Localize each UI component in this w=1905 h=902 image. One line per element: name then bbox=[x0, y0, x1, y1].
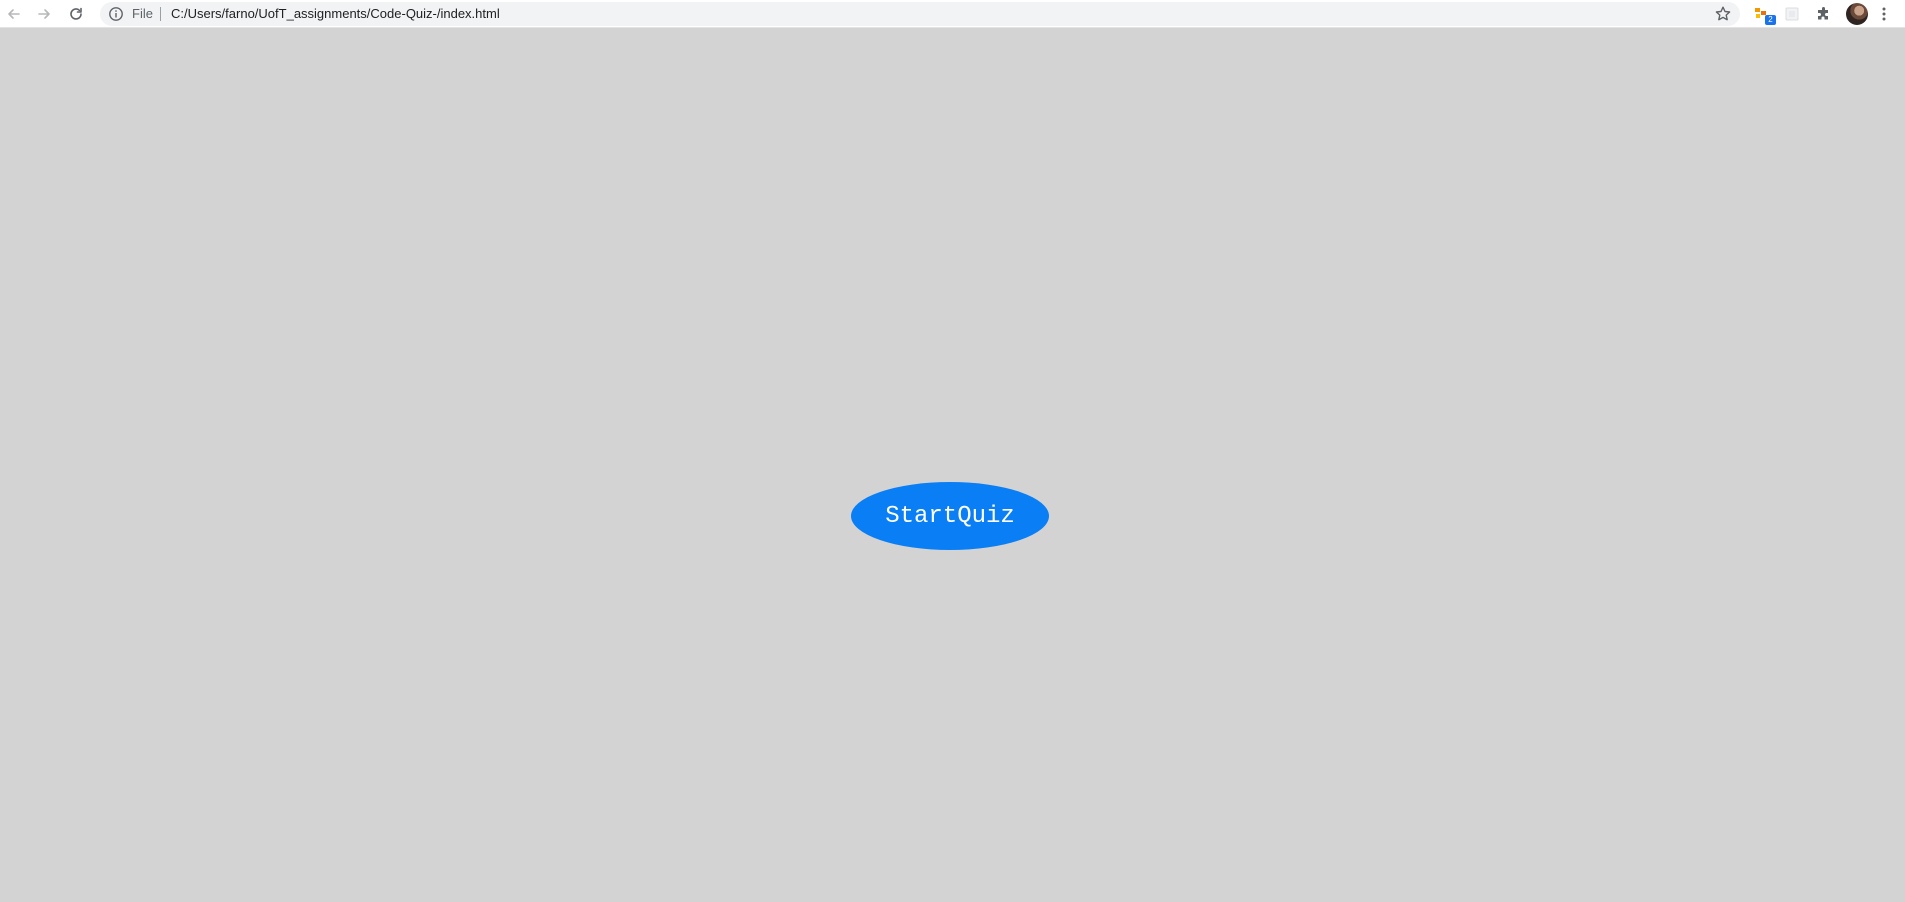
start-quiz-button[interactable]: StartQuiz bbox=[851, 482, 1049, 550]
address-bar[interactable]: File C:/Users/farno/UofT_assignments/Cod… bbox=[100, 2, 1740, 26]
extension-badge: 2 bbox=[1765, 15, 1776, 25]
page-content: StartQuiz bbox=[0, 28, 1905, 902]
url-text[interactable]: C:/Users/farno/UofT_assignments/Code-Qui… bbox=[171, 2, 500, 26]
browser-window: File C:/Users/farno/UofT_assignments/Cod… bbox=[0, 0, 1905, 902]
arrow-right-icon bbox=[38, 9, 50, 19]
back-button[interactable] bbox=[2, 2, 26, 26]
extension-button-2[interactable] bbox=[1780, 2, 1804, 26]
info-icon[interactable] bbox=[108, 6, 124, 22]
scheme-label: File bbox=[132, 6, 153, 21]
profile-avatar[interactable] bbox=[1846, 3, 1868, 25]
star-icon[interactable] bbox=[1714, 5, 1732, 23]
kebab-menu-icon bbox=[1882, 7, 1886, 21]
browser-toolbar: File C:/Users/farno/UofT_assignments/Cod… bbox=[0, 0, 1905, 28]
browser-menu-button[interactable] bbox=[1872, 2, 1896, 26]
reload-icon bbox=[70, 7, 82, 20]
address-divider bbox=[160, 7, 161, 21]
reload-button[interactable] bbox=[64, 2, 88, 26]
extensions-menu-button[interactable] bbox=[1812, 2, 1836, 26]
forward-button[interactable] bbox=[32, 2, 56, 26]
puzzle-icon bbox=[1818, 7, 1828, 20]
extension-placeholder-icon bbox=[1785, 7, 1799, 21]
extension-button[interactable]: 2 bbox=[1750, 2, 1776, 26]
arrow-left-icon bbox=[8, 9, 20, 19]
